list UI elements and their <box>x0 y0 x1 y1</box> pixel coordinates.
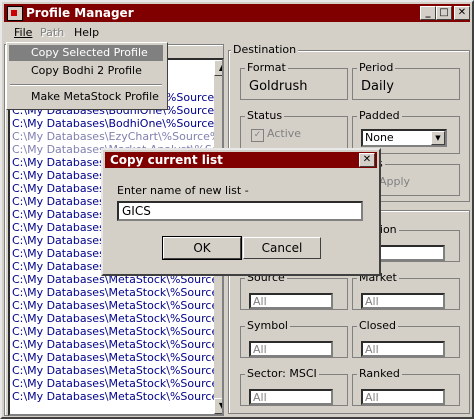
menu-item-copy-selected-profile[interactable]: Copy Selected Profile <box>9 45 163 61</box>
menu-bar: File Path Help <box>4 24 470 42</box>
source-field: Source All <box>240 271 348 310</box>
format-field: Format Goldrush <box>240 61 348 100</box>
sector-label: Sector: MSCI <box>245 367 319 380</box>
maximize-button[interactable]: □ <box>436 6 452 20</box>
list-item[interactable]: C:\My Databases\BodhiOne\%Source%\S <box>12 117 222 130</box>
menu-separator <box>10 84 162 86</box>
apply-checkbox-label: Apply <box>379 175 411 188</box>
ranked-field: Ranked All <box>352 367 460 406</box>
dialog-title-bar[interactable]: Copy current list ✕ <box>105 152 377 168</box>
symbol-field: Symbol All <box>240 319 348 358</box>
menu-help[interactable]: Help <box>74 26 99 39</box>
list-item[interactable]: C:\My Databases\EzyChart\%Source% <box>12 130 220 143</box>
new-list-name-input[interactable]: GICS <box>117 201 363 221</box>
period-label: Period <box>357 61 396 74</box>
period-field: Period Daily <box>352 61 460 100</box>
list-item[interactable]: C:\My Databases\MetaStock\%Source%\ <box>12 377 222 390</box>
list-item[interactable]: C:\My Databases\MetaStock\%Source%\ <box>12 364 222 377</box>
sector-input[interactable]: All <box>249 389 333 405</box>
padded-select[interactable]: None ▼ <box>361 129 447 147</box>
cancel-button[interactable]: Cancel <box>243 237 321 259</box>
app-icon <box>7 6 23 21</box>
profile-manager-window: Profile Manager _ □ ✕ File Path Help Cop… <box>0 0 474 419</box>
menu-path[interactable]: Path <box>40 26 64 39</box>
menu-item-copy-bodhi-2-profile[interactable]: Copy Bodhi 2 Profile <box>9 63 163 79</box>
padded-label: Padded <box>357 109 402 122</box>
list-item[interactable]: C:\My Databases\MetaStock\%Source%\ <box>12 286 222 299</box>
title-bar[interactable]: Profile Manager _ □ ✕ <box>4 4 470 22</box>
menu-file[interactable]: File <box>14 26 32 39</box>
ranked-input[interactable]: All <box>361 389 445 405</box>
format-value: Goldrush <box>249 79 308 94</box>
padded-value: None <box>365 131 394 144</box>
source-input[interactable]: All <box>249 293 333 309</box>
chevron-down-icon[interactable]: ▼ <box>431 131 445 145</box>
market-field: Market All <box>352 271 460 310</box>
menu-item-make-metastock-profile[interactable]: Make MetaStock Profile <box>9 89 163 105</box>
list-item[interactable]: C:\My Databases\MetaStock\%Source%\ <box>12 338 222 351</box>
list-item[interactable]: C:\My Databases\MetaStock\%Source%\ <box>12 390 222 403</box>
closed-input[interactable]: All <box>361 341 445 357</box>
scroll-up-icon[interactable]: ▲ <box>214 60 222 76</box>
symbol-label: Symbol <box>245 319 290 332</box>
ranked-label: Ranked <box>357 367 402 380</box>
active-checkbox[interactable]: ✓ <box>251 129 264 142</box>
period-value: Daily <box>361 79 394 94</box>
minimize-button[interactable]: _ <box>420 6 436 20</box>
format-label: Format <box>245 61 288 74</box>
list-item[interactable]: C:\My Databases\MetaStock\%Source%\ <box>12 351 222 364</box>
dialog-title: Copy current list <box>110 153 223 167</box>
closed-label: Closed <box>357 319 398 332</box>
ok-button[interactable]: OK <box>162 236 242 260</box>
close-button[interactable]: ✕ <box>454 6 470 20</box>
sector-field: Sector: MSCI All <box>240 367 348 406</box>
dialog-close-button[interactable]: ✕ <box>359 153 375 167</box>
scroll-down-icon[interactable]: ▼ <box>214 398 222 414</box>
list-item[interactable]: C:\My Databases\MetaStock\%Source%\ <box>12 325 222 338</box>
dialog-prompt: Enter name of new list - <box>117 184 249 197</box>
status-label: Status <box>245 109 285 122</box>
copy-list-dialog: Copy current list ✕ Enter name of new li… <box>101 148 381 276</box>
closed-field: Closed All <box>352 319 460 358</box>
symbol-input[interactable]: All <box>249 341 333 357</box>
window-title: Profile Manager <box>26 6 134 20</box>
list-item[interactable]: C:\My Databases\MetaStock\%Source%\ <box>12 299 222 312</box>
file-menu-dropdown: Copy Selected Profile Copy Bodhi 2 Profi… <box>6 42 168 110</box>
list-item[interactable]: C:\My Databases\MetaStock\%Source%\ <box>12 312 222 325</box>
destination-label: Destination <box>231 43 299 56</box>
market-input[interactable]: All <box>361 293 445 309</box>
active-checkbox-label: Active <box>267 127 302 140</box>
